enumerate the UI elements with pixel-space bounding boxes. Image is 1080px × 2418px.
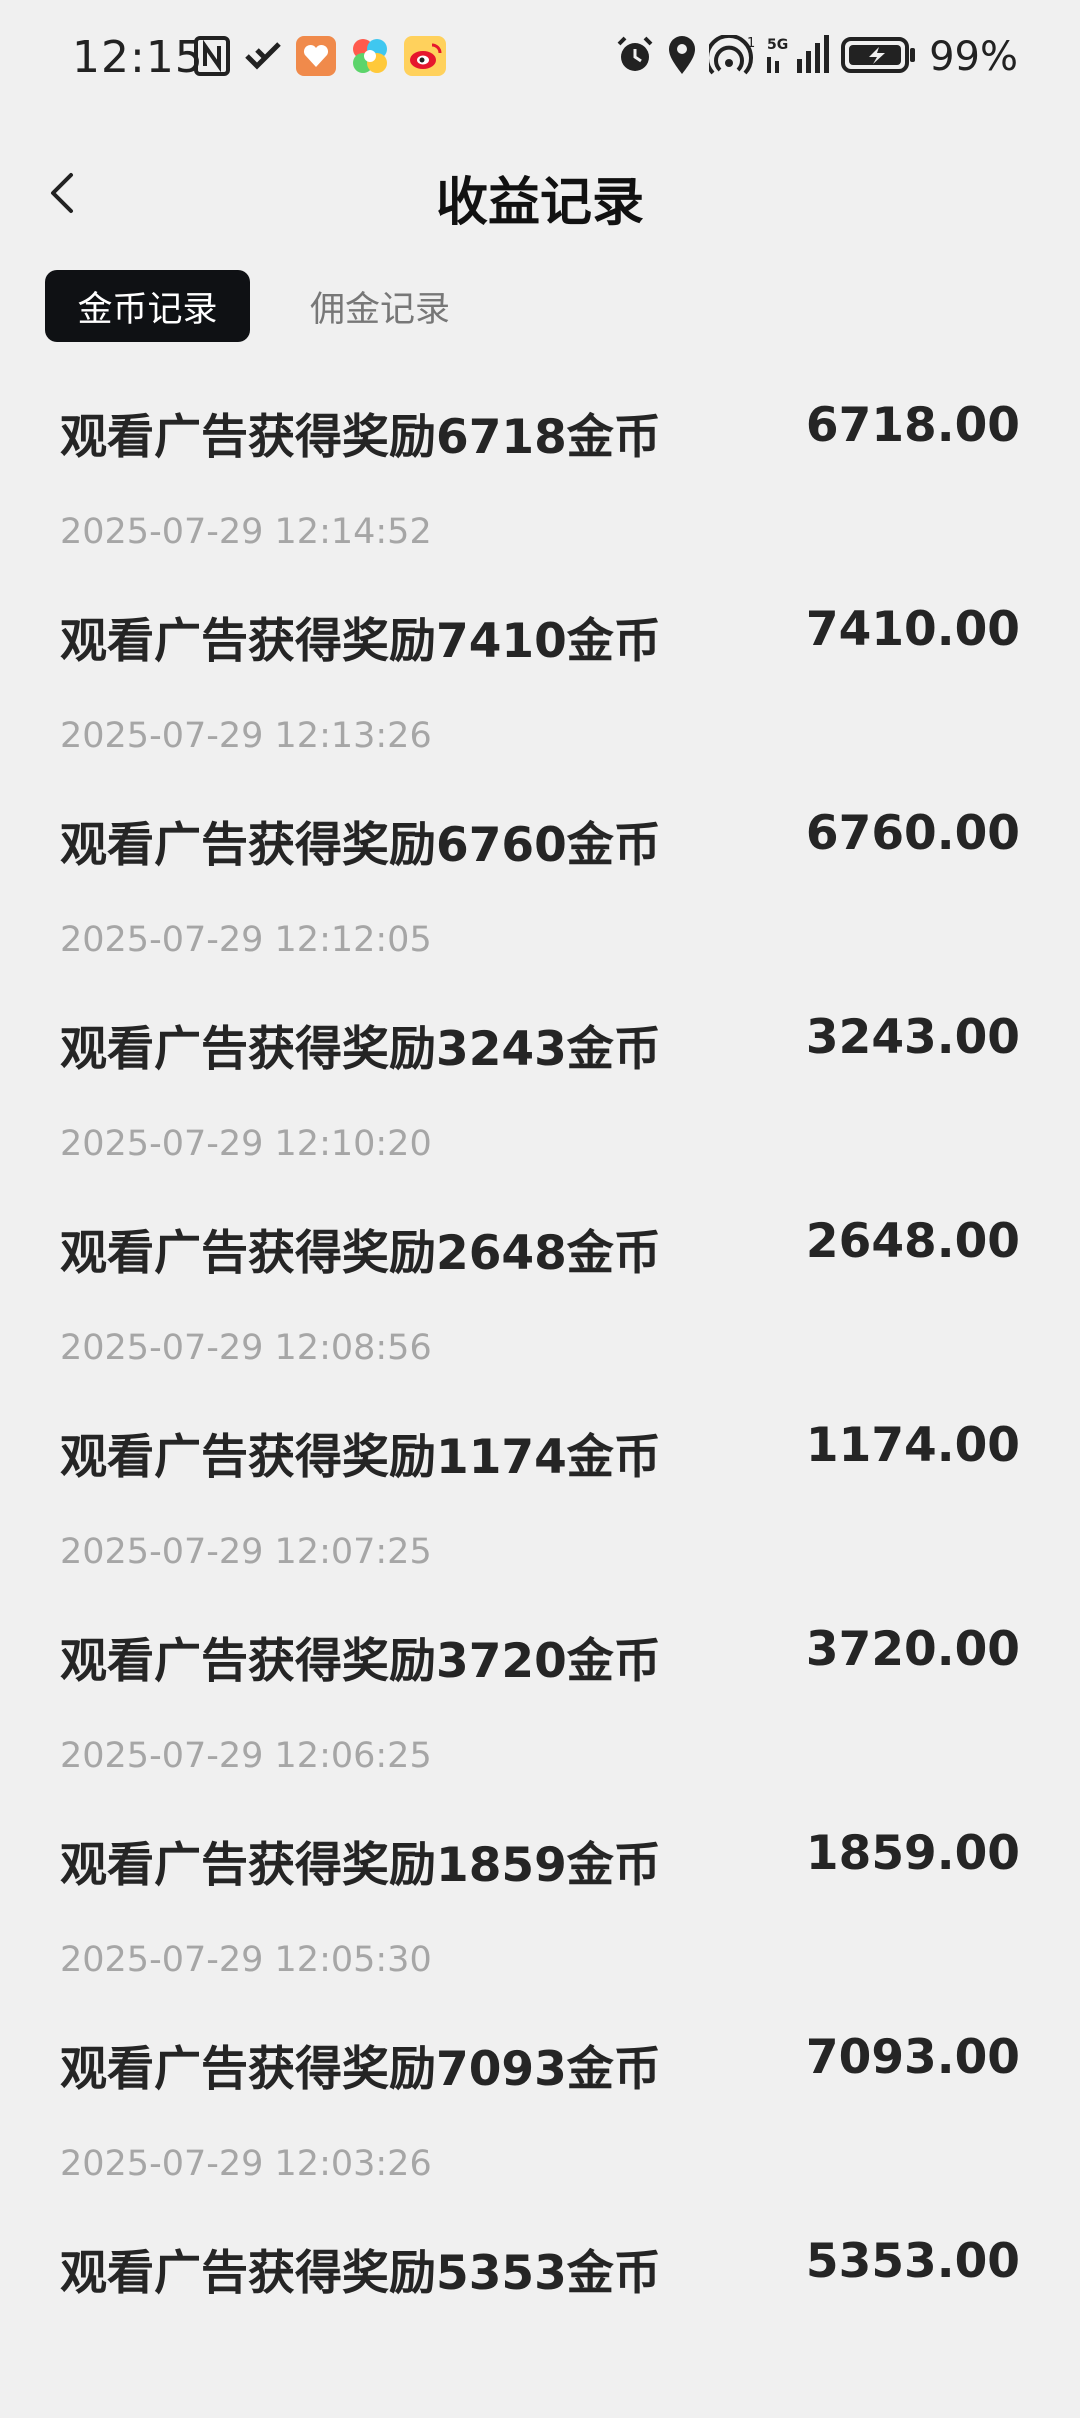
- list-item: 观看广告获得奖励3243金币 3243.00 2025-07-29 12:10:…: [0, 990, 1080, 1194]
- hotspot-icon: 1: [705, 33, 755, 79]
- status-time: 12:15: [72, 32, 204, 83]
- tab-coin-records[interactable]: 金币记录: [45, 270, 250, 342]
- record-title: 观看广告获得奖励1859金币: [60, 1838, 661, 1893]
- record-title: 观看广告获得奖励6760金币: [60, 818, 661, 873]
- location-icon: [667, 35, 697, 79]
- list-item: 观看广告获得奖励7410金币 7410.00 2025-07-29 12:13:…: [0, 582, 1080, 786]
- nfc-icon: [194, 36, 230, 80]
- record-title: 观看广告获得奖励3243金币: [60, 1022, 661, 1077]
- list-item: 观看广告获得奖励3720金币 3720.00 2025-07-29 12:06:…: [0, 1602, 1080, 1806]
- list-item: 观看广告获得奖励7093金币 7093.00 2025-07-29 12:03:…: [0, 2010, 1080, 2214]
- alarm-icon: [615, 35, 655, 79]
- record-time: 2025-07-29 12:10:20: [60, 1124, 432, 1164]
- notification-icons: [194, 36, 446, 80]
- record-title: 观看广告获得奖励5353金币: [60, 2246, 661, 2301]
- record-amount: 1174.00: [805, 1418, 1020, 1473]
- list-item: 观看广告获得奖励6760金币 6760.00 2025-07-29 12:12:…: [0, 786, 1080, 990]
- record-amount: 3243.00: [805, 1010, 1020, 1065]
- heart-app-icon: [296, 36, 336, 80]
- record-title: 观看广告获得奖励1174金币: [60, 1430, 661, 1485]
- record-amount: 6760.00: [805, 806, 1020, 861]
- check-app-icon: [244, 38, 282, 78]
- list-item: 观看广告获得奖励1859金币 1859.00 2025-07-29 12:05:…: [0, 1806, 1080, 2010]
- svg-text:1: 1: [747, 36, 755, 51]
- record-time: 2025-07-29 12:07:25: [60, 1532, 432, 1572]
- record-title: 观看广告获得奖励7093金币: [60, 2042, 661, 2097]
- record-time: 2025-07-29 12:06:25: [60, 1736, 432, 1776]
- page-title: 收益记录: [435, 173, 644, 233]
- record-title: 观看广告获得奖励6718金币: [60, 410, 661, 465]
- colorful-app-icon: [350, 36, 390, 80]
- record-amount: 5353.00: [805, 2234, 1020, 2289]
- record-time: 2025-07-29 12:03:26: [60, 2144, 432, 2184]
- record-time: 2025-07-29 12:05:30: [60, 1940, 432, 1980]
- record-amount: 7093.00: [805, 2030, 1020, 2085]
- signal-icon: 5G: [767, 35, 830, 79]
- battery-level: 99%: [929, 34, 1018, 80]
- record-time: 2025-07-29 12:12:05: [60, 920, 432, 960]
- list-item: 观看广告获得奖励5353金币 5353.00: [0, 2214, 1080, 2418]
- record-amount: 3720.00: [805, 1622, 1020, 1677]
- system-icons: 1 5G 99%: [615, 33, 1018, 80]
- record-amount: 2648.00: [805, 1214, 1020, 1269]
- list-item: 观看广告获得奖励6718金币 6718.00 2025-07-29 12:14:…: [0, 378, 1080, 582]
- record-title: 观看广告获得奖励2648金币: [60, 1226, 661, 1281]
- record-title: 观看广告获得奖励3720金币: [60, 1634, 661, 1689]
- record-amount: 6718.00: [805, 398, 1020, 453]
- status-bar: 12:15 1 5G 99%: [0, 0, 1080, 120]
- tab-commission-records[interactable]: 佣金记录: [310, 270, 450, 342]
- svg-text:5G: 5G: [767, 37, 788, 53]
- record-title: 观看广告获得奖励7410金币: [60, 614, 661, 669]
- battery-icon: [841, 35, 917, 79]
- records-list: 观看广告获得奖励6718金币 6718.00 2025-07-29 12:14:…: [0, 378, 1080, 2418]
- record-amount: 7410.00: [805, 602, 1020, 657]
- record-time: 2025-07-29 12:14:52: [60, 512, 432, 552]
- record-amount: 1859.00: [805, 1826, 1020, 1881]
- record-time: 2025-07-29 12:08:56: [60, 1328, 432, 1368]
- record-time: 2025-07-29 12:13:26: [60, 716, 432, 756]
- weibo-icon: [404, 36, 446, 80]
- list-item: 观看广告获得奖励1174金币 1174.00 2025-07-29 12:07:…: [0, 1398, 1080, 1602]
- list-item: 观看广告获得奖励2648金币 2648.00 2025-07-29 12:08:…: [0, 1194, 1080, 1398]
